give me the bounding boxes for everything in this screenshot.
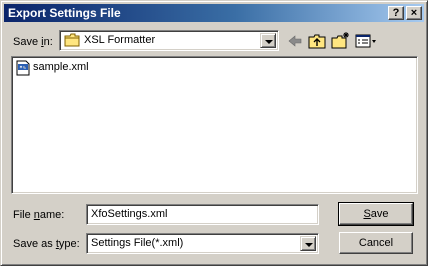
close-icon: × [410, 7, 418, 19]
save-in-label: Save in: [13, 36, 53, 48]
back-button[interactable] [284, 31, 306, 51]
file-list[interactable] [11, 56, 418, 194]
save-as-type-value: Settings File(*.xml) [91, 237, 184, 249]
chevron-down-icon [305, 243, 313, 247]
save-as-type-dropdown-button[interactable] [300, 236, 316, 251]
cancel-button-label: Cancel [358, 237, 394, 249]
chevron-down-icon [265, 40, 273, 44]
close-button[interactable]: × [406, 6, 422, 20]
file-name-label: File name: [13, 209, 65, 221]
save-as-type-select[interactable]: Settings File(*.xml) [86, 233, 319, 254]
save-button-label: Save [363, 208, 389, 220]
views-menu-icon [355, 34, 376, 48]
export-settings-dialog: Export Settings File ? × Save in: XSL Fo… [0, 0, 428, 266]
file-name: sample.xml [33, 61, 89, 73]
xml-file-icon [15, 60, 31, 79]
up-one-level-button[interactable] [306, 31, 328, 51]
save-in-combobox[interactable]: XSL Formatter [59, 30, 279, 51]
title-bar[interactable]: Export Settings File ? × [4, 4, 424, 22]
cancel-button[interactable]: Cancel [339, 232, 413, 254]
views-menu-button[interactable] [353, 31, 379, 51]
folder-icon [64, 33, 80, 50]
help-icon: ? [392, 7, 400, 19]
window-title: Export Settings File [8, 6, 121, 20]
create-new-folder-button[interactable] [329, 31, 351, 51]
up-folder-icon [308, 34, 326, 49]
new-folder-icon [331, 32, 349, 49]
help-button[interactable]: ? [388, 6, 404, 20]
file-name-input[interactable]: XfoSettings.xml [86, 204, 319, 225]
save-in-value: XSL Formatter [84, 34, 156, 46]
save-as-type-label: Save as type: [13, 238, 80, 250]
back-arrow-icon [288, 35, 302, 47]
save-in-dropdown-button[interactable] [260, 33, 276, 48]
file-name-value: XfoSettings.xml [91, 208, 168, 220]
save-button[interactable]: Save [338, 202, 414, 226]
